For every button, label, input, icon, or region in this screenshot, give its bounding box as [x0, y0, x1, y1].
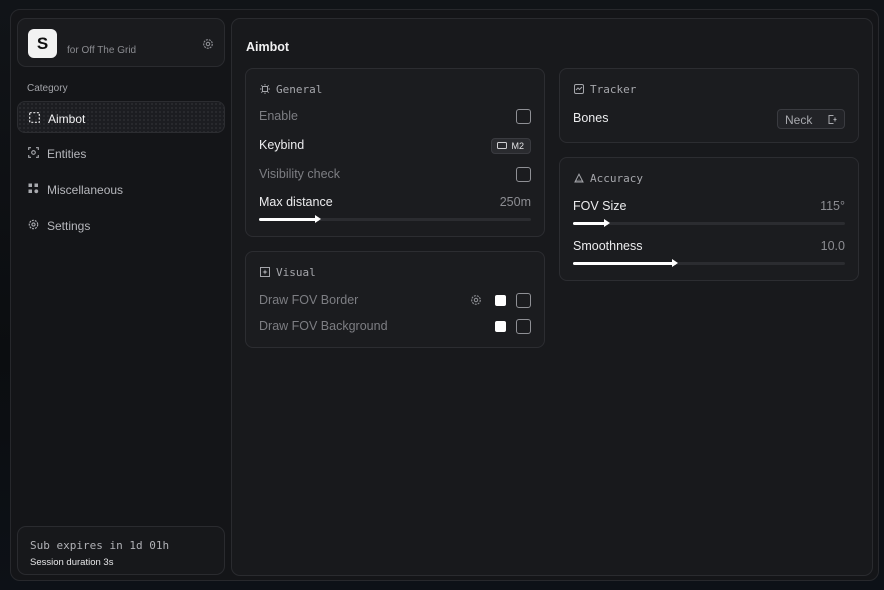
brand-header: S for Off The Grid: [17, 18, 225, 67]
gear-icon[interactable]: [202, 38, 214, 50]
brand-subtitle: for Off The Grid: [67, 45, 137, 56]
session-duration: Session duration 3s: [30, 557, 114, 568]
sidebar-item-aimbot[interactable]: Aimbot: [17, 101, 225, 133]
visibility-check-checkbox[interactable]: [516, 167, 531, 182]
crosshair-dashed-icon: [29, 112, 40, 123]
general-card: General Enable Keybind M2 Visibility che…: [245, 68, 545, 237]
sparkle-frame-icon: [260, 267, 270, 277]
visibility-check-label: Visibility check: [259, 167, 341, 181]
page-title: Aimbot: [246, 40, 290, 54]
app-logo: S: [28, 29, 57, 58]
sidebar-item-miscellaneous[interactable]: Miscellaneous: [17, 173, 225, 205]
fov-background-color-swatch[interactable]: [495, 321, 506, 332]
smoothness-value: 10.0: [820, 239, 845, 253]
tracker-card: Tracker Bones Neck: [559, 68, 859, 143]
category-label: Category: [27, 83, 68, 94]
fov-size-label: FOV Size: [573, 199, 627, 213]
draw-fov-background-label: Draw FOV Background: [259, 319, 388, 333]
fov-border-color-swatch[interactable]: [495, 295, 506, 306]
draw-fov-border-label: Draw FOV Border: [259, 293, 359, 307]
select-expand-icon: [828, 115, 837, 124]
accuracy-title-text: Accuracy: [590, 172, 643, 185]
visual-card: Visual Draw FOV Border Draw FOV Backgrou…: [245, 251, 545, 348]
scan-user-icon: [28, 147, 39, 158]
fov-size-slider[interactable]: [573, 219, 845, 227]
sidebar-item-label: Aimbot: [48, 112, 86, 126]
gear-icon[interactable]: [470, 294, 482, 306]
keyboard-icon: [497, 142, 508, 149]
slider-thumb[interactable]: [314, 215, 321, 223]
smoothness-slider[interactable]: [573, 259, 845, 267]
activity-icon: [574, 84, 584, 94]
subscription-expiry: Sub expires in 1d 01h: [30, 539, 170, 552]
sidebar-item-label: Settings: [47, 219, 91, 233]
bones-select[interactable]: Neck: [777, 109, 845, 129]
grid-dots-icon: [28, 183, 39, 194]
max-distance-slider[interactable]: [259, 215, 531, 223]
enable-checkbox[interactable]: [516, 109, 531, 124]
tracker-title-text: Tracker: [590, 83, 637, 96]
visual-title-text: Visual: [276, 266, 316, 279]
enable-label: Enable: [259, 109, 298, 123]
slider-fill: [259, 218, 319, 221]
slider-thumb[interactable]: [672, 259, 679, 267]
tracker-card-title: Tracker: [574, 83, 636, 96]
smoothness-label: Smoothness: [573, 239, 643, 253]
visual-card-title: Visual: [260, 266, 316, 279]
sidebar-item-settings[interactable]: Settings: [17, 209, 225, 241]
triangle-ruler-icon: [574, 173, 584, 183]
draw-fov-border-checkbox[interactable]: [516, 293, 531, 308]
general-title-text: General: [276, 83, 323, 96]
bones-label: Bones: [573, 111, 609, 125]
slider-fill: [573, 222, 609, 225]
keybind-value: M2: [511, 141, 524, 151]
sun-icon: [260, 84, 270, 94]
gear-icon: [28, 219, 39, 230]
sidebar-item-entities[interactable]: Entities: [17, 137, 225, 169]
slider-thumb[interactable]: [604, 219, 611, 227]
bones-select-value: Neck: [785, 113, 813, 127]
sidebar-item-label: Entities: [47, 147, 87, 161]
main-panel: Aimbot General Enable Keybind M2 Visibil…: [231, 18, 873, 576]
fov-size-value: 115°: [820, 199, 845, 213]
slider-fill: [573, 262, 677, 265]
accuracy-card-title: Accuracy: [574, 172, 643, 185]
general-card-title: General: [260, 83, 322, 96]
draw-fov-background-checkbox[interactable]: [516, 319, 531, 334]
subscription-panel: Sub expires in 1d 01h Session duration 3…: [17, 526, 225, 575]
sidebar-item-label: Miscellaneous: [47, 183, 124, 197]
max-distance-value: 250m: [499, 195, 531, 209]
accuracy-card: Accuracy FOV Size 115° Smoothness 10.0: [559, 157, 859, 281]
keybind-label: Keybind: [259, 138, 305, 152]
keybind-button[interactable]: M2: [491, 138, 531, 154]
max-distance-label: Max distance: [259, 195, 333, 209]
